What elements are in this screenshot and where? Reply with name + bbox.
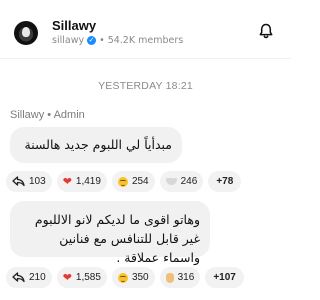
reaction-count: 246: [180, 176, 198, 187]
share-count: 103: [29, 176, 46, 187]
reaction-chip-grin[interactable]: 254: [111, 171, 155, 192]
channel-subtitle: sillawy ✓ • 54.2K members: [52, 35, 183, 46]
drop-icon: [165, 178, 177, 185]
clap-icon: [165, 272, 174, 283]
reaction-chip-grin[interactable]: 350: [111, 267, 155, 288]
bell-icon[interactable]: [257, 22, 275, 40]
reaction-count: 1,585: [75, 272, 101, 283]
share-count: 210: [29, 272, 46, 283]
reaction-chip-drop[interactable]: 246: [159, 171, 204, 192]
grin-icon: [117, 272, 128, 283]
share-icon: [12, 272, 25, 283]
date-divider: YESTERDAY 18:21: [98, 80, 193, 92]
reaction-chip-heart[interactable]: ❤ 1,419: [56, 171, 107, 192]
heart-icon: ❤: [62, 272, 72, 284]
share-chip[interactable]: 103: [6, 171, 52, 192]
reaction-chip-clap[interactable]: 316: [159, 267, 201, 288]
subtitle-dot: •: [99, 35, 105, 46]
channel-header: Sillawy sillawy ✓ • 54.2K members: [0, 0, 291, 58]
member-count: 54.2K members: [107, 35, 184, 46]
more-reactions-button[interactable]: +107: [205, 267, 244, 288]
reaction-count: 1,419: [75, 176, 101, 187]
share-icon: [12, 176, 25, 187]
verified-icon: ✓: [87, 36, 97, 45]
share-chip[interactable]: 210: [6, 267, 52, 288]
reaction-bar: 210 ❤ 1,585 350 316 +107: [6, 267, 244, 288]
grin-icon: [117, 176, 128, 187]
more-reactions-button[interactable]: +78: [208, 171, 242, 192]
reaction-count: 316: [177, 272, 195, 283]
reaction-count: 350: [131, 272, 149, 283]
channel-avatar[interactable]: [14, 21, 38, 45]
reaction-bar: 103 ❤ 1,419 254 246 +78: [6, 171, 242, 192]
heart-icon: ❤: [62, 176, 72, 188]
reaction-chip-heart[interactable]: ❤ 1,585: [56, 267, 107, 288]
channel-name[interactable]: Sillawy: [52, 18, 96, 33]
message-bubble[interactable]: مبدأياً لي اللبوم جديد هالسنة .: [10, 127, 182, 188]
reaction-count: 254: [131, 176, 149, 187]
message-bubble[interactable]: وهاتو اقوى ما لديكم لانو الاللبوم غير قا…: [10, 201, 210, 265]
message-sender: Sillawy • Admin: [10, 109, 85, 121]
header-divider: [0, 58, 291, 59]
channel-handle: sillawy: [52, 35, 85, 46]
